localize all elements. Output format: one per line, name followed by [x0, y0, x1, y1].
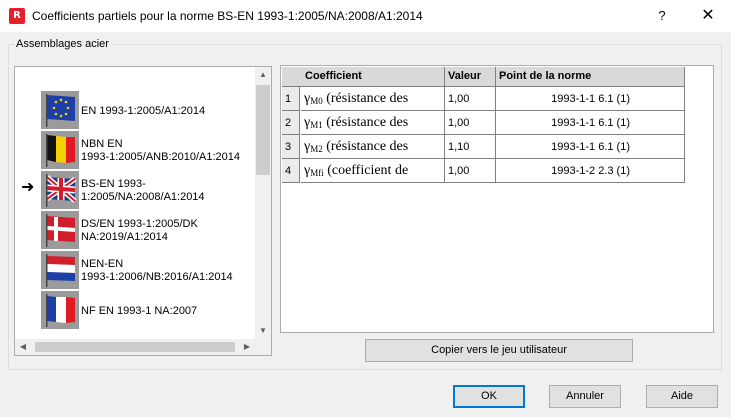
scroll-down-icon[interactable]: ▼ [255, 323, 271, 339]
cancel-button[interactable]: Annuler [549, 385, 621, 408]
coefficient-subscript: M2 [310, 144, 323, 154]
norm-label: NEN-EN 1993-1:2006/NB:2016/A1:2014 [81, 258, 233, 283]
norm-list-item[interactable]: NEN-EN 1993-1:2006/NB:2016/A1:2014 [15, 251, 255, 291]
eu-flag-icon [41, 91, 79, 129]
horizontal-scroll-thumb[interactable] [35, 342, 235, 352]
help-icon[interactable]: ? [640, 0, 684, 32]
norm-list-item[interactable]: EN 1993-1:2005/A1:2014 [15, 91, 255, 131]
reference-cell[interactable]: 1993-1-1 6.1 (1) [496, 87, 685, 111]
coefficient-cell[interactable]: γM1 (résistance des [301, 111, 445, 135]
coefficient-cell[interactable]: γM2 (résistance des [301, 135, 445, 159]
norm-list-item-selected[interactable]: ➜ BS-EN 1993-1:2005/NA:2008/A1:2014 [15, 171, 255, 211]
reference-cell[interactable]: 1993-1-2 2.3 (1) [496, 159, 685, 183]
help-button[interactable]: Aide [646, 385, 718, 408]
coefficient-subscript: Mfi [310, 168, 324, 178]
reference-cell[interactable]: 1993-1-1 6.1 (1) [496, 111, 685, 135]
scroll-up-icon[interactable]: ▲ [255, 67, 271, 83]
coefficient-cell[interactable]: γMfi (coefficient de [301, 159, 445, 183]
column-header-coefficient[interactable]: Coefficient [302, 67, 445, 87]
norm-label: DS/EN 1993-1:2005/DK NA:2019/A1:2014 [81, 218, 198, 243]
belgium-flag-icon [41, 131, 79, 169]
coefficient-description: (coefficient de [323, 163, 409, 178]
coefficient-cell[interactable]: γM0 (résistance des [301, 87, 445, 111]
value-cell[interactable]: 1,00 [445, 87, 496, 111]
vertical-scroll-thumb[interactable] [256, 85, 270, 175]
coefficient-subscript: M0 [310, 96, 323, 106]
ok-button[interactable]: OK [453, 385, 525, 408]
value-cell[interactable]: 1,00 [445, 111, 496, 135]
selection-arrow-icon: ➜ [21, 179, 35, 196]
coefficient-table[interactable]: Coefficient Valeur Point de la norme 1 γ… [280, 65, 714, 333]
table-corner-header [282, 67, 303, 87]
close-icon[interactable]: ✕ [686, 0, 730, 32]
norm-label: NF EN 1993-1 NA:2007 [81, 304, 198, 317]
window-title: Coefficients partiels pour la norme BS-E… [32, 9, 423, 23]
column-header-reference[interactable]: Point de la norme [496, 67, 685, 87]
reference-cell[interactable]: 1993-1-1 6.1 (1) [496, 135, 685, 159]
title-bar: R Coefficients partiels pour la norme BS… [0, 0, 731, 32]
denmark-flag-icon [41, 211, 79, 249]
row-number[interactable]: 4 [282, 159, 300, 183]
scrollbar-corner [255, 339, 271, 355]
row-number[interactable]: 3 [282, 135, 300, 159]
robot-app-icon: R [9, 8, 25, 24]
uk-flag-icon [41, 171, 79, 209]
scroll-right-icon[interactable]: ▶ [239, 339, 255, 355]
row-number[interactable]: 2 [282, 111, 300, 135]
norm-label: EN 1993-1:2005/A1:2014 [81, 104, 206, 117]
row-number[interactable]: 1 [282, 87, 300, 111]
column-header-value[interactable]: Valeur [445, 67, 496, 87]
coefficient-description: (résistance des [322, 139, 409, 154]
group-label: Assemblages acier [14, 38, 111, 50]
norm-list-item[interactable]: DS/EN 1993-1:2005/DK NA:2019/A1:2014 [15, 211, 255, 251]
coefficient-subscript: M1 [310, 120, 323, 130]
norm-label: NBN EN 1993-1:2005/ANB:2010/A1:2014 [81, 138, 241, 163]
copy-to-user-set-button[interactable]: Copier vers le jeu utilisateur [365, 339, 633, 362]
norm-list-item[interactable]: NBN EN 1993-1:2005/ANB:2010/A1:2014 [15, 131, 255, 171]
value-cell[interactable]: 1,00 [445, 159, 496, 183]
coefficient-description: (résistance des [322, 115, 409, 130]
norm-label: BS-EN 1993-1:2005/NA:2008/A1:2014 [81, 178, 205, 203]
netherlands-flag-icon [41, 251, 79, 289]
scroll-left-icon[interactable]: ◀ [15, 339, 31, 355]
coefficient-description: (résistance des [322, 91, 409, 106]
norm-list-item[interactable]: NF EN 1993-1 NA:2007 [15, 291, 255, 331]
value-cell[interactable]: 1,10 [445, 135, 496, 159]
france-flag-icon [41, 291, 79, 329]
norm-list[interactable]: EN 1993-1:2005/A1:2014 NBN EN 1993-1:200… [14, 66, 272, 356]
